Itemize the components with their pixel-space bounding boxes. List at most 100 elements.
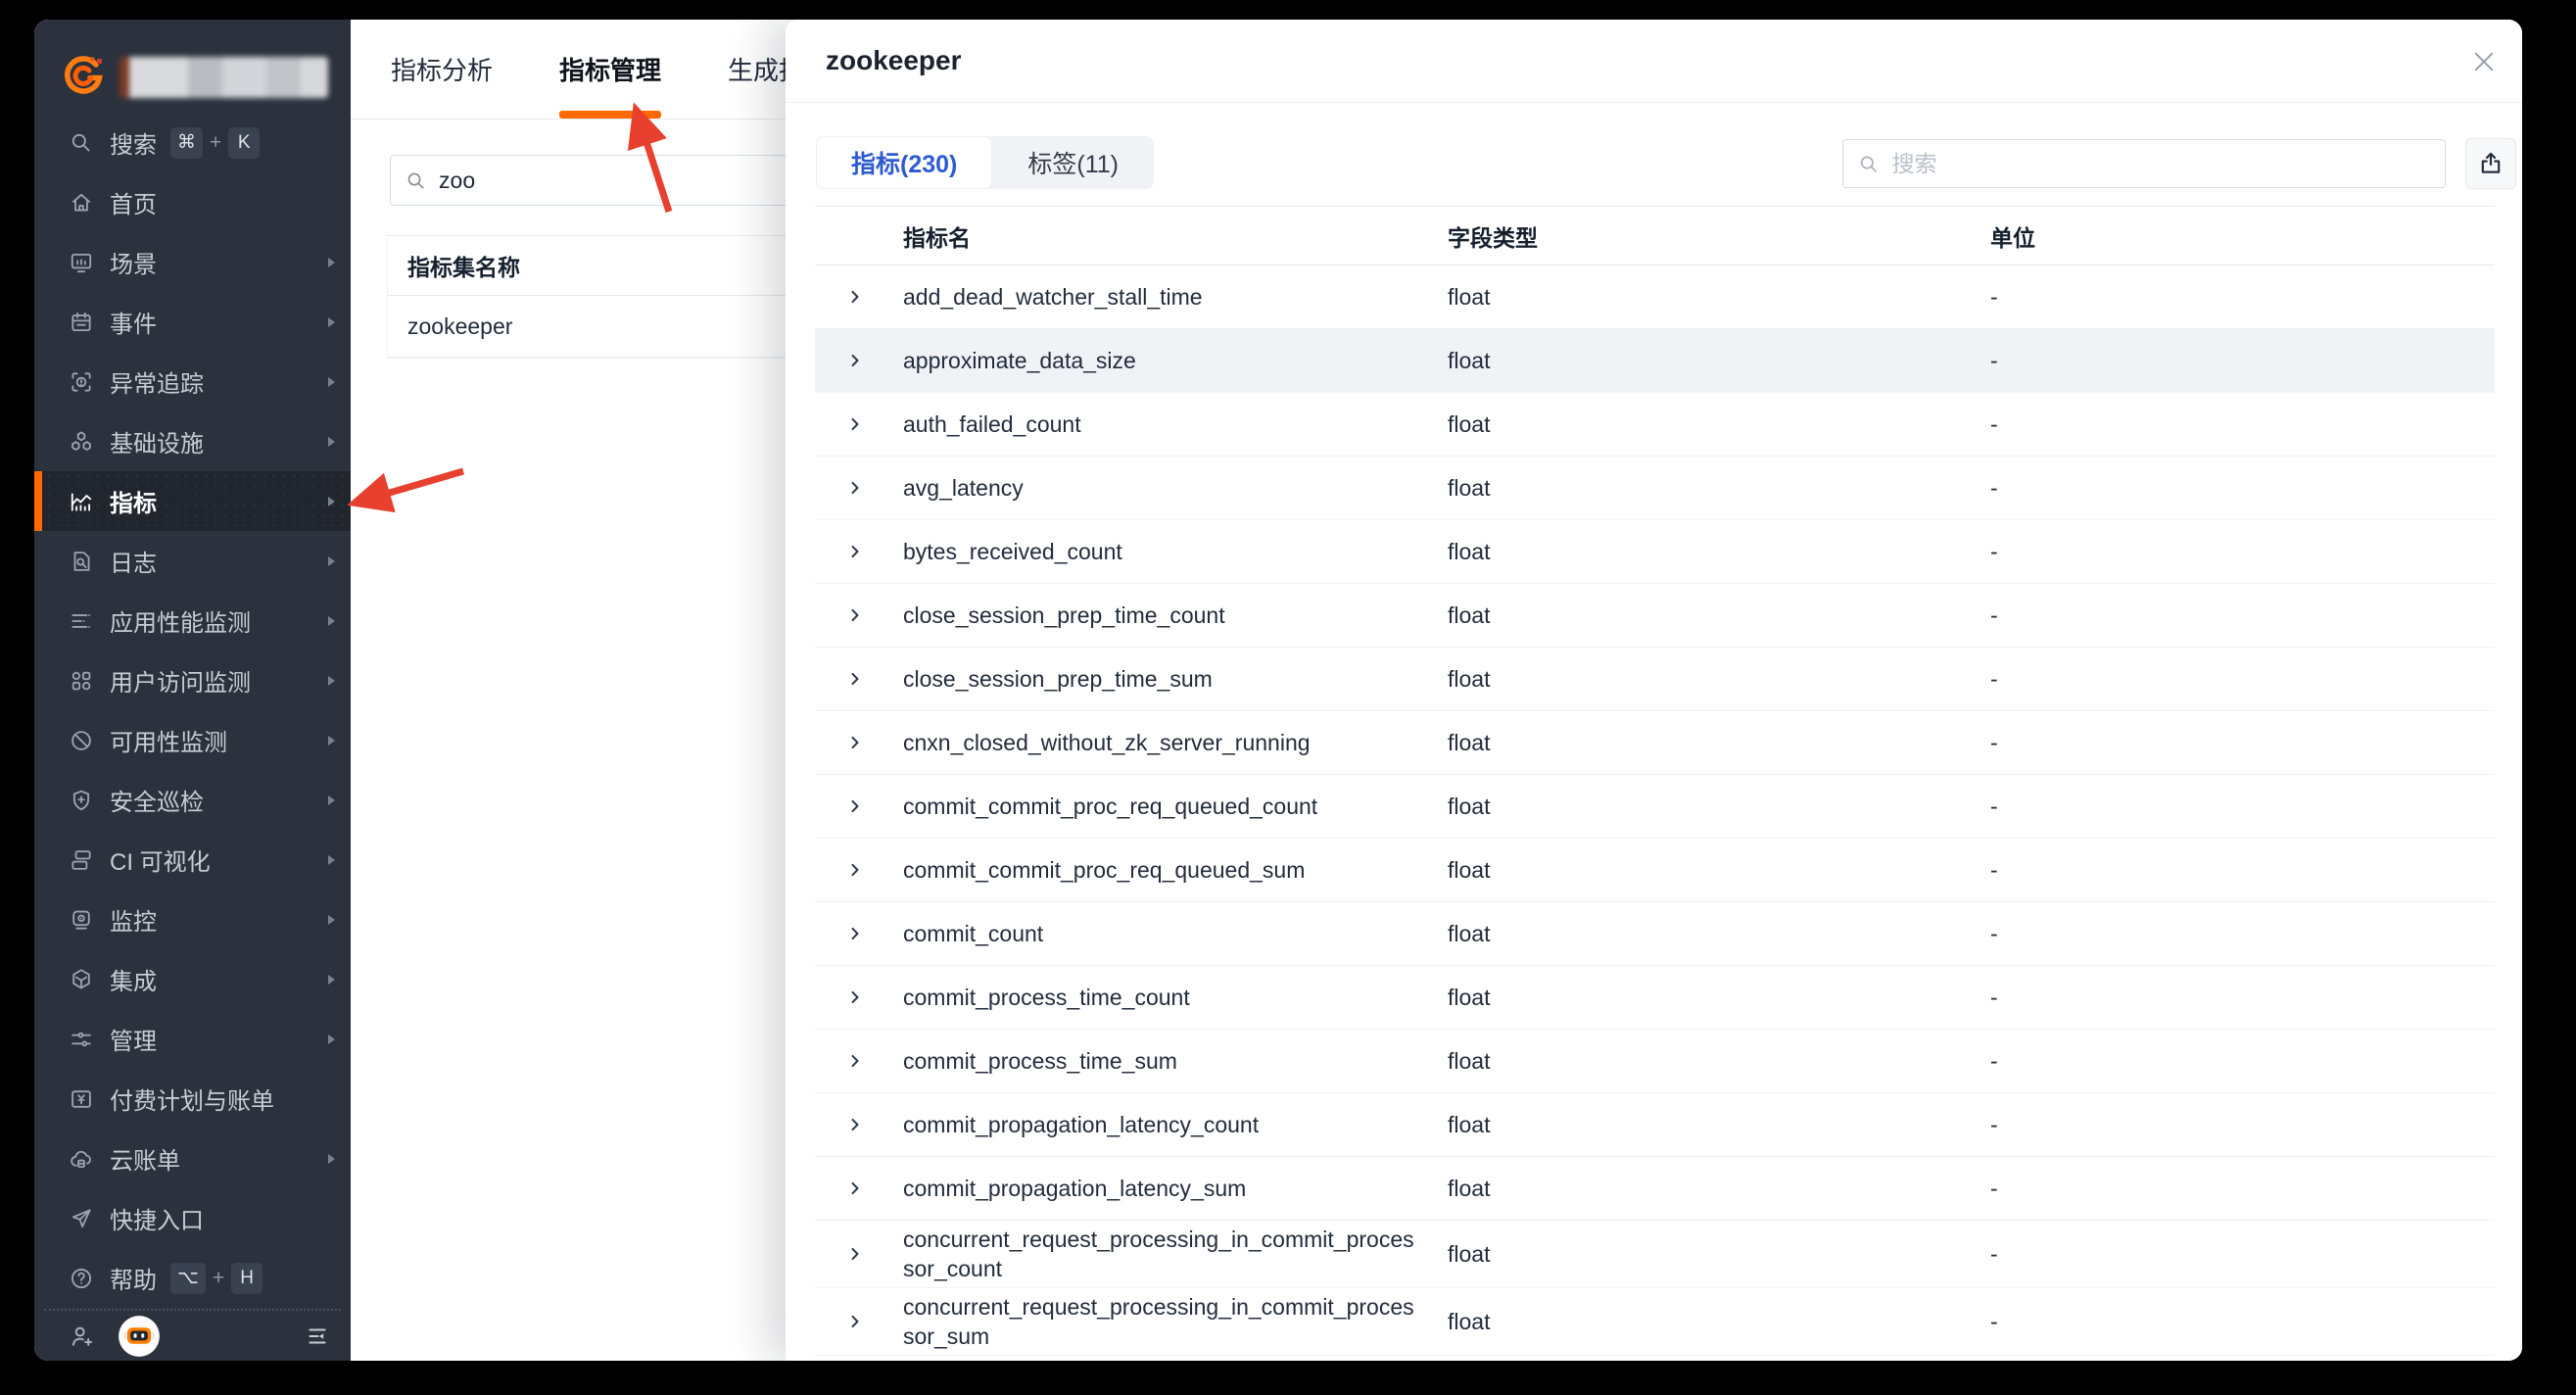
chevron-right-icon[interactable] bbox=[815, 986, 903, 1008]
expand-arrow-icon bbox=[328, 974, 335, 985]
col-metric-name: 指标名 bbox=[903, 224, 971, 251]
sidebar-item-logs[interactable]: 日志 bbox=[34, 531, 351, 591]
drawer-tab-labels[interactable]: 标签(11) bbox=[992, 136, 1154, 189]
sidebar-item-integration[interactable]: 集成 bbox=[34, 949, 351, 1009]
drawer-search[interactable] bbox=[1842, 139, 2446, 188]
metric-type: float bbox=[1448, 665, 1491, 692]
chevron-right-icon[interactable] bbox=[815, 732, 903, 753]
metric-row[interactable]: concurrent_request_processing_in_commit_… bbox=[815, 1221, 2495, 1288]
metric-name: commit_commit_proc_req_queued_count bbox=[903, 794, 1318, 819]
metric-row[interactable]: close_session_prep_time_sum float - bbox=[815, 648, 2495, 711]
metric-row[interactable]: commit_propagation_latency_sum float - bbox=[815, 1157, 2495, 1221]
chevron-right-icon[interactable] bbox=[815, 541, 903, 562]
logo-row bbox=[61, 52, 328, 103]
close-icon[interactable] bbox=[2469, 47, 2499, 76]
metric-type: float bbox=[1448, 538, 1491, 564]
sidebar-item-ci-visual[interactable]: CI 可视化 bbox=[34, 830, 351, 890]
sidebar-item-infrastructure[interactable]: 基础设施 bbox=[34, 411, 351, 471]
workspace-name-redacted[interactable] bbox=[119, 57, 328, 98]
expand-arrow-icon bbox=[328, 854, 335, 865]
metric-row[interactable]: concurrent_request_processing_in_commit_… bbox=[815, 1288, 2495, 1356]
collapse-sidebar-icon[interactable] bbox=[304, 1323, 331, 1350]
sidebar-item-manage[interactable]: 管理 bbox=[34, 1009, 351, 1069]
top-tab-metric-analysis[interactable]: 指标分析 bbox=[385, 20, 499, 119]
metric-unit: - bbox=[1990, 283, 1998, 310]
sidebar-item-scene[interactable]: 场景 bbox=[34, 232, 351, 292]
metric-type: float bbox=[1448, 347, 1491, 373]
metric-row[interactable]: bytes_received_count float - bbox=[815, 520, 2495, 584]
metric-row[interactable]: add_dead_watcher_stall_time float - bbox=[815, 265, 2495, 329]
chevron-right-icon[interactable] bbox=[815, 923, 903, 944]
metric-unit: - bbox=[1990, 920, 1998, 946]
expand-arrow-icon bbox=[328, 1034, 335, 1044]
metric-row[interactable]: commit_commit_proc_req_queued_count floa… bbox=[815, 775, 2495, 839]
ai-assistant-avatar[interactable] bbox=[118, 1315, 161, 1358]
chevron-right-icon[interactable] bbox=[815, 859, 903, 881]
metric-unit: - bbox=[1990, 729, 1998, 755]
metric-row[interactable]: approximate_data_size float - bbox=[815, 329, 2495, 393]
metric-row[interactable]: cnxn_closed_without_zk_server_running fl… bbox=[815, 711, 2495, 775]
drawer-tab-metrics[interactable]: 指标(230) bbox=[816, 136, 993, 189]
sidebar-bottom-bar bbox=[69, 1315, 331, 1358]
chevron-right-icon[interactable] bbox=[815, 604, 903, 626]
chevron-right-icon[interactable] bbox=[815, 1311, 903, 1332]
metric-unit: - bbox=[1990, 601, 1998, 628]
chevron-right-icon[interactable] bbox=[815, 350, 903, 371]
metric-unit: - bbox=[1990, 1047, 1998, 1074]
sidebar-item-metrics[interactable]: 指标 bbox=[34, 471, 351, 531]
metric-row[interactable]: commit_commit_proc_req_queued_sum float … bbox=[815, 839, 2495, 902]
chevron-right-icon[interactable] bbox=[815, 795, 903, 817]
sidebar-item-security-check[interactable]: 安全巡检 bbox=[34, 770, 351, 830]
expand-arrow-icon bbox=[328, 914, 335, 925]
metric-row[interactable]: commit_process_time_sum float - bbox=[815, 1030, 2495, 1093]
metric-type: float bbox=[1448, 1047, 1491, 1074]
chevron-right-icon[interactable] bbox=[815, 413, 903, 435]
chevron-right-icon[interactable] bbox=[815, 1178, 903, 1199]
metric-name: close_session_prep_time_sum bbox=[903, 666, 1213, 692]
metric-type: float bbox=[1448, 1175, 1491, 1201]
metric-name: commit_propagation_latency_count bbox=[903, 1112, 1260, 1137]
drawer-search-input[interactable] bbox=[1891, 150, 2431, 177]
sidebar-item-search[interactable]: 搜索 ⌘ + K bbox=[34, 113, 351, 172]
expand-arrow-icon bbox=[328, 316, 335, 327]
metric-unit: - bbox=[1990, 1111, 1998, 1137]
sidebar-item-event[interactable]: 事件 bbox=[34, 292, 351, 352]
chevron-right-icon[interactable] bbox=[815, 477, 903, 499]
metric-type: float bbox=[1448, 283, 1491, 310]
chevron-right-icon[interactable] bbox=[815, 1114, 903, 1135]
metric-row[interactable]: commit_count float - bbox=[815, 902, 2495, 966]
expand-arrow-icon bbox=[328, 496, 335, 506]
export-button[interactable] bbox=[2465, 138, 2516, 189]
chevron-right-icon[interactable] bbox=[815, 286, 903, 308]
sidebar-item-billing[interactable]: 付费计划与账单 bbox=[34, 1069, 351, 1129]
sidebar-item-help[interactable]: 帮助 ⌥ + H bbox=[34, 1248, 351, 1308]
user-add-icon[interactable] bbox=[69, 1323, 96, 1350]
sidebar-item-monitor[interactable]: 监控 bbox=[34, 890, 351, 949]
metric-type: float bbox=[1448, 474, 1491, 501]
sidebar-item-cloud-bill[interactable]: 云账单 bbox=[34, 1129, 351, 1188]
app-window: 搜索 ⌘ + K 首页 场景 事件 异常追踪 基础设施 指标 日志 应用性能监测… bbox=[34, 20, 2522, 1361]
metric-row[interactable]: auth_failed_count float - bbox=[815, 393, 2495, 457]
sidebar-item-home[interactable]: 首页 bbox=[34, 172, 351, 232]
chevron-right-icon[interactable] bbox=[815, 1050, 903, 1072]
metric-name: commit_process_time_sum bbox=[903, 1048, 1177, 1074]
chevron-right-icon[interactable] bbox=[815, 1243, 903, 1265]
metric-type: float bbox=[1448, 984, 1491, 1010]
metric-set-search-input[interactable] bbox=[439, 167, 845, 194]
metric-name: add_dead_watcher_stall_time bbox=[903, 284, 1203, 310]
sidebar-item-availability[interactable]: 可用性监测 bbox=[34, 710, 351, 770]
sidebar-item-error-tracking[interactable]: 异常追踪 bbox=[34, 352, 351, 411]
sidebar-item-apm[interactable]: 应用性能监测 bbox=[34, 591, 351, 650]
sidebar-item-rum[interactable]: 用户访问监测 bbox=[34, 650, 351, 710]
metric-name: close_session_prep_time_count bbox=[903, 602, 1225, 628]
metric-row[interactable]: commit_propagation_latency_count float - bbox=[815, 1093, 2495, 1157]
metric-row[interactable]: close_session_prep_time_count float - bbox=[815, 584, 2495, 648]
metric-unit: - bbox=[1990, 984, 1998, 1010]
sidebar-divider bbox=[44, 1309, 341, 1311]
metric-row[interactable]: avg_latency float - bbox=[815, 457, 2495, 520]
chevron-right-icon[interactable] bbox=[815, 668, 903, 690]
sidebar-item-quick-entry[interactable]: 快捷入口 bbox=[34, 1188, 351, 1248]
export-icon bbox=[2481, 152, 2501, 173]
top-tab-metric-manage[interactable]: 指标管理 bbox=[553, 20, 667, 119]
metric-row[interactable]: commit_process_time_count float - bbox=[815, 966, 2495, 1030]
